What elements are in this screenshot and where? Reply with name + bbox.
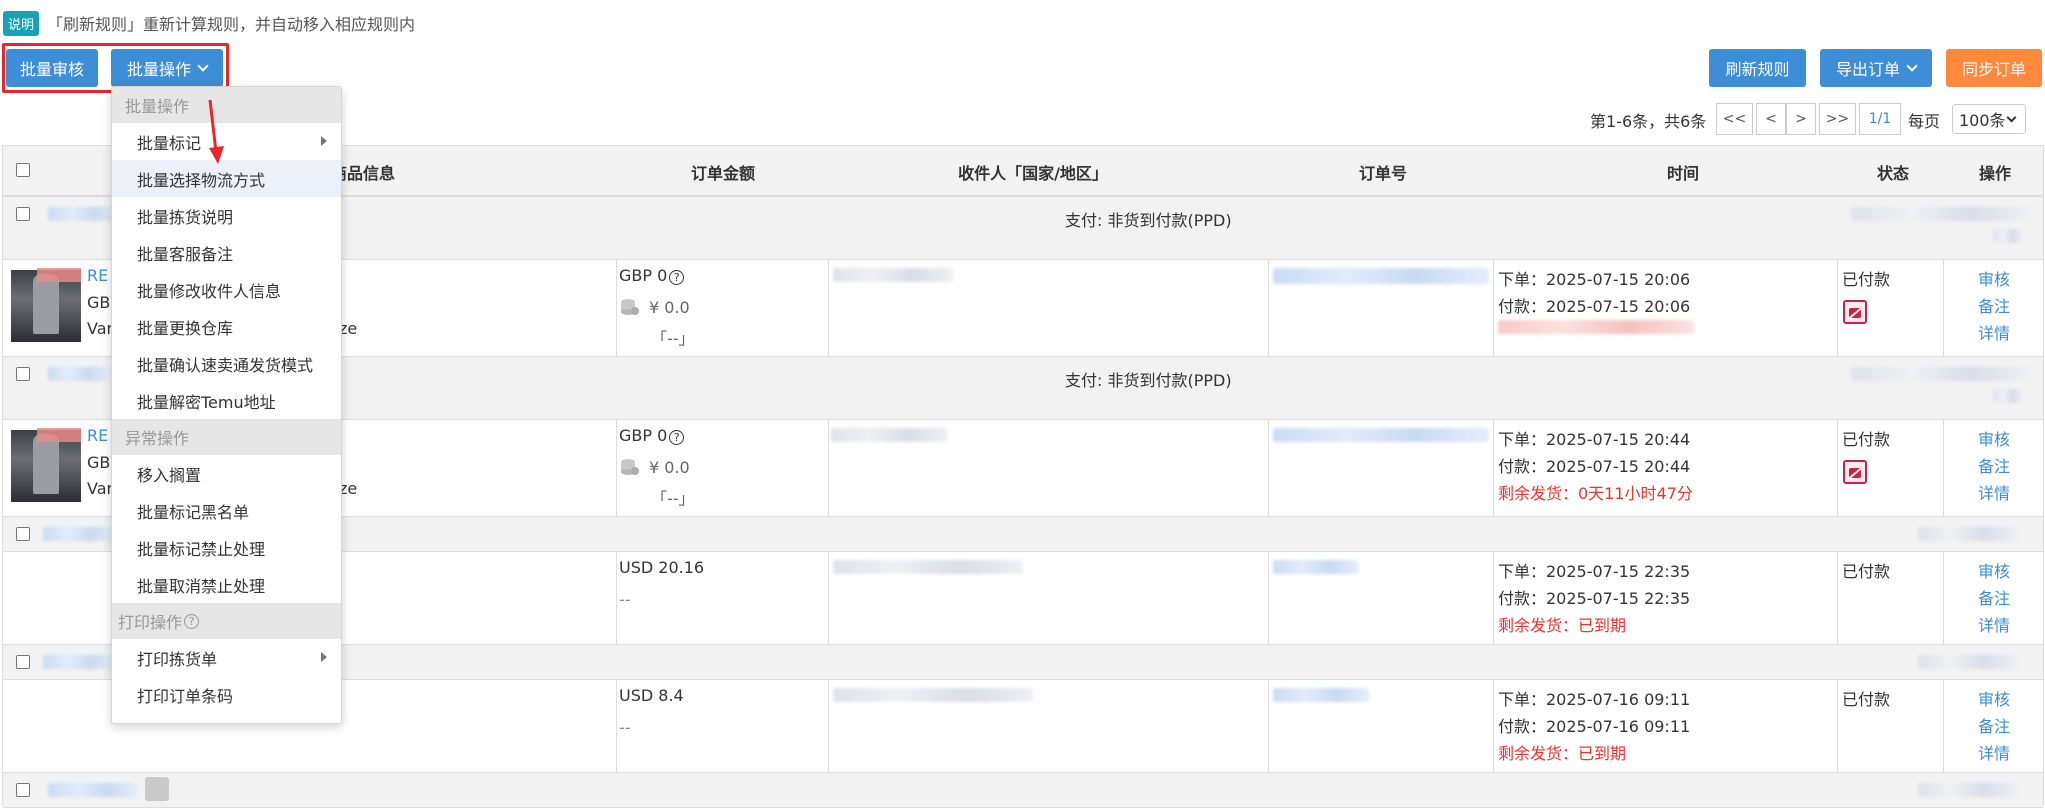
remaining-ship-time: 剩余发货：0天11小时47分 <box>1498 484 1693 503</box>
menu-item-batch-service-note[interactable]: 批量客服备注 <box>112 234 341 271</box>
cost-value: ¥ 0.0 <box>649 298 690 317</box>
menu-item-batch-unforbid[interactable]: 批量取消禁止处理 <box>112 566 341 603</box>
status-text: 已付款 <box>1842 690 1891 709</box>
pager-next-button[interactable]: > <box>1786 103 1816 135</box>
order-amount: GBP 0? <box>619 266 685 285</box>
menu-item-batch-edit-recipient[interactable]: 批量修改收件人信息 <box>112 271 341 308</box>
status-text: 已付款 <box>1842 430 1891 449</box>
no-shipping-icon <box>1843 460 1867 484</box>
header-order-no: 订单号 <box>1358 164 1407 183</box>
menu-section-print: 打印操作? <box>112 603 341 639</box>
order-amount: USD 8.4 <box>619 686 684 705</box>
order-time: 下单：2025-07-15 22:35 <box>1498 562 1691 581</box>
row-checkbox[interactable] <box>16 655 30 669</box>
order-time: 下单：2025-07-15 20:44 <box>1498 430 1691 449</box>
help-icon[interactable]: ? <box>669 430 685 445</box>
note-link[interactable]: 备注 <box>1978 713 2010 737</box>
no-shipping-icon <box>1843 300 1867 324</box>
select-all-checkbox[interactable] <box>16 163 30 177</box>
paid-time: 付款：2025-07-15 22:35 <box>1498 589 1691 608</box>
help-icon[interactable]: ? <box>669 270 685 285</box>
menu-item-batch-blacklist[interactable]: 批量标记黑名单 <box>112 492 341 529</box>
paid-time: 付款：2025-07-15 20:06 <box>1498 297 1691 316</box>
chevron-down-icon <box>1906 59 1918 72</box>
menu-item-batch-aliexpress-mode[interactable]: 批量确认速卖通发货模式 <box>112 345 341 382</box>
order-group-header <box>3 772 2043 808</box>
cost-icon <box>621 299 639 315</box>
batch-operations-menu: 批量操作 批量标记 批量选择物流方式 批量拣货说明 批量客服备注 批量修改收件人… <box>111 86 342 724</box>
header-amount: 订单金额 <box>690 164 755 183</box>
header-recipient: 收件人「国家/地区」 <box>958 164 1108 183</box>
menu-item-batch-decrypt-temu[interactable]: 批量解密Temu地址 <box>112 382 341 419</box>
paid-time: 付款：2025-07-15 20:44 <box>1498 457 1691 476</box>
menu-item-batch-picking-note[interactable]: 批量拣货说明 <box>112 197 341 234</box>
details-link[interactable]: 详情 <box>1978 480 2010 504</box>
row-checkbox[interactable] <box>16 527 30 541</box>
remaining-ship-time: 剩余发货：已到期 <box>1498 616 1627 635</box>
order-time: 下单：2025-07-15 20:06 <box>1498 270 1691 289</box>
status-text: 已付款 <box>1842 270 1891 289</box>
payment-label: 支付: 非货到付款(PPD) <box>1065 371 1232 390</box>
cost-note: 「--」 <box>651 329 695 348</box>
paid-time: 付款：2025-07-16 09:11 <box>1498 717 1691 736</box>
payment-label: 支付: 非货到付款(PPD) <box>1065 211 1232 230</box>
review-link[interactable]: 审核 <box>1978 426 2010 450</box>
pager-current-page[interactable]: 1/1 <box>1859 103 1901 135</box>
chevron-down-icon <box>2006 112 2017 123</box>
header-status: 状态 <box>1876 164 1909 183</box>
refresh-rules-button[interactable]: 刷新规则 <box>1709 49 1806 87</box>
header-actions: 操作 <box>1978 164 2011 183</box>
per-page-label: 每页 <box>1908 112 1941 131</box>
product-title-link[interactable]: RE <box>87 426 108 445</box>
review-link[interactable]: 审核 <box>1978 558 2010 582</box>
menu-item-print-picking[interactable]: 打印拣货单 <box>112 639 341 676</box>
notice-tag: 说明 <box>3 10 40 36</box>
menu-item-batch-change-warehouse[interactable]: 批量更换仓库 <box>112 308 341 345</box>
tag-icon <box>145 777 169 801</box>
sync-orders-button[interactable]: 同步订单 <box>1946 49 2042 87</box>
pager-first-button[interactable]: << <box>1716 103 1753 135</box>
status-text: 已付款 <box>1842 562 1891 581</box>
note-link[interactable]: 备注 <box>1978 585 2010 609</box>
menu-item-print-barcode[interactable]: 打印订单条码 <box>112 676 341 713</box>
note-link[interactable]: 备注 <box>1978 293 2010 317</box>
order-time: 下单：2025-07-16 09:11 <box>1498 690 1691 709</box>
menu-section-exception: 异常操作 <box>112 419 341 455</box>
remaining-ship-time: 剩余发货：已到期 <box>1498 744 1627 763</box>
review-link[interactable]: 审核 <box>1978 686 2010 710</box>
pager-last-button[interactable]: >> <box>1819 103 1856 135</box>
submenu-arrow-icon <box>321 652 327 662</box>
per-page-select[interactable]: 100条 <box>1952 104 2026 134</box>
amount-note: -- <box>619 718 631 737</box>
order-amount: USD 20.16 <box>619 558 705 577</box>
cost-value: ¥ 0.0 <box>649 458 690 477</box>
details-link[interactable]: 详情 <box>1978 320 2010 344</box>
export-orders-button[interactable]: 导出订单 <box>1820 49 1932 87</box>
cost-note: 「--」 <box>651 489 695 508</box>
note-link[interactable]: 备注 <box>1978 453 2010 477</box>
product-title-link[interactable]: RE <box>87 266 108 285</box>
annotation-arrow-icon <box>208 99 224 164</box>
pager-info: 第1-6条，共6条 <box>1590 112 1707 131</box>
notice-text: 「刷新规则」重新计算规则，并自动移入相应规则内 <box>47 15 416 34</box>
notice-bar: 说明 「刷新规则」重新计算规则，并自动移入相应规则内 <box>3 10 415 36</box>
menu-item-move-hold[interactable]: 移入搁置 <box>112 455 341 492</box>
details-link[interactable]: 详情 <box>1978 612 2010 636</box>
pager-prev-button[interactable]: < <box>1756 103 1786 135</box>
submenu-arrow-icon <box>321 136 327 146</box>
row-checkbox[interactable] <box>16 207 30 221</box>
review-link[interactable]: 审核 <box>1978 266 2010 290</box>
help-icon[interactable]: ? <box>184 613 200 629</box>
menu-item-batch-forbid[interactable]: 批量标记禁止处理 <box>112 529 341 566</box>
row-checkbox[interactable] <box>16 367 30 381</box>
details-link[interactable]: 详情 <box>1978 740 2010 764</box>
amount-note: -- <box>619 590 631 609</box>
cost-icon <box>621 459 639 475</box>
order-amount: GBP 0? <box>619 426 685 445</box>
header-time: 时间 <box>1666 164 1699 183</box>
row-checkbox[interactable] <box>16 783 30 797</box>
